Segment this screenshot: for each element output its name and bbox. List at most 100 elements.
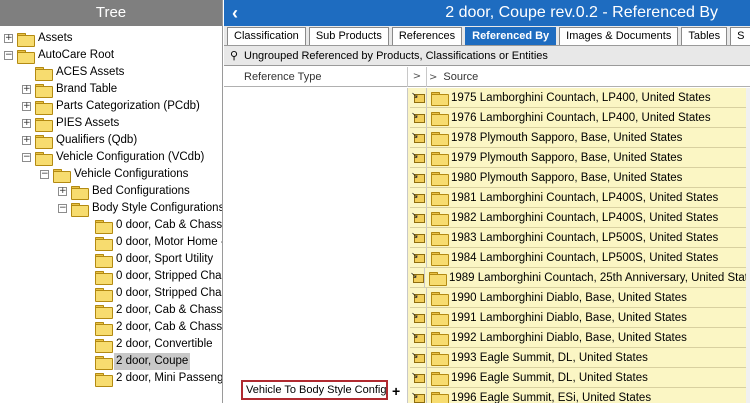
tab-sub-products[interactable]: Sub Products: [308, 27, 389, 45]
column-header-reference-type[interactable]: Reference Type: [224, 67, 408, 87]
tab-s[interactable]: S: [730, 27, 750, 45]
arrow-icon: ↘: [411, 290, 419, 301]
collapse-icon[interactable]: −: [58, 204, 67, 213]
tree-item[interactable]: − AutoCare Root: [4, 47, 116, 64]
folder-icon: [95, 219, 113, 234]
source-label: 1996 Eagle Summit, ESi, United States: [451, 391, 652, 403]
table-row[interactable]: ↘ 1979 Plymouth Sapporo, Base, United Sta…: [410, 147, 750, 168]
reference-cell[interactable]: ↘: [410, 387, 427, 403]
tree-item[interactable]: 2 door, Convertible: [82, 336, 215, 353]
tree-item[interactable]: + Assets: [4, 30, 75, 47]
folder-icon: [431, 211, 449, 226]
tree-item[interactable]: 0 door, Sport Utility: [82, 251, 215, 268]
table-row[interactable]: ↘ 1984 Lamborghini Countach, LP500S, Unit…: [410, 247, 750, 268]
source-label: 1975 Lamborghini Countach, LP400, United…: [451, 91, 711, 104]
reference-link-icon: ↘: [411, 230, 425, 244]
expand-icon[interactable]: +: [22, 102, 31, 111]
main-panel: ‹ 2 door, Coupe rev.0.2 - Referenced By …: [224, 0, 750, 403]
reference-cell[interactable]: ↘: [410, 367, 427, 388]
reference-cell[interactable]: ↘: [410, 147, 427, 168]
tab-classification[interactable]: Classification: [227, 27, 306, 45]
tree-item[interactable]: 0 door, Motor Home - S: [82, 234, 222, 251]
expand-icon[interactable]: +: [58, 187, 67, 196]
reference-cell[interactable]: ↘: [410, 287, 427, 308]
table-row[interactable]: ↘ 1996 Eagle Summit, DL, United States: [410, 367, 750, 388]
tree-item[interactable]: 0 door, Stripped Chass: [82, 285, 222, 302]
tab-references[interactable]: References: [391, 27, 463, 45]
tree-item[interactable]: 2 door, Cab & Chassis: [82, 319, 222, 336]
table-row[interactable]: ↘ 1980 Plymouth Sapporo, Base, United Sta…: [410, 167, 750, 188]
tab-tables[interactable]: Tables: [681, 27, 728, 45]
tree-item-label: 0 door, Stripped Chass: [116, 270, 222, 282]
expand-icon[interactable]: +: [4, 34, 13, 43]
reference-cell[interactable]: ↘: [410, 347, 427, 368]
arrow-icon: ↘: [411, 230, 419, 241]
reference-cell[interactable]: ↘: [410, 267, 425, 288]
collapse-icon[interactable]: −: [22, 153, 31, 162]
tree-item[interactable]: − Vehicle Configuration (VCdb): [22, 149, 206, 166]
tree-item[interactable]: 2 door, Coupe: [82, 353, 191, 370]
add-button[interactable]: +: [392, 383, 400, 399]
table-row[interactable]: ↘ 1981 Lamborghini Countach, LP400S, Unit…: [410, 187, 750, 208]
arrow-icon: ↘: [411, 150, 419, 161]
tree-item[interactable]: ACES Assets: [22, 64, 126, 81]
table-row[interactable]: ↘ 1992 Lamborghini Diablo, Base, United S…: [410, 327, 750, 348]
folder-icon: [95, 372, 113, 387]
folder-icon: [35, 151, 53, 166]
reference-cell[interactable]: ↘: [410, 127, 427, 148]
folder-icon: [95, 287, 113, 302]
tree-item[interactable]: + Bed Configurations: [58, 183, 192, 200]
tree-item[interactable]: + Qualifiers (Qdb): [22, 132, 139, 149]
folder-icon: [35, 100, 53, 115]
table-row[interactable]: ↘ 1996 Eagle Summit, ESi, United States: [410, 387, 750, 403]
tree-item[interactable]: + PIES Assets: [22, 115, 121, 132]
reference-cell[interactable]: ↘: [410, 107, 427, 128]
collapse-icon[interactable]: −: [40, 170, 49, 179]
reference-cell[interactable]: ↘: [410, 187, 427, 208]
reference-cell[interactable]: ↘: [410, 227, 427, 248]
expand-icon[interactable]: +: [22, 119, 31, 128]
table-row[interactable]: ↘ 1990 Lamborghini Diablo, Base, United S…: [410, 287, 750, 308]
expand-icon[interactable]: +: [22, 136, 31, 145]
tree-item[interactable]: + Parts Categorization (PCdb): [22, 98, 202, 115]
tree-item-label: Vehicle Configuration (VCdb): [56, 151, 205, 163]
tab-images-documents[interactable]: Images & Documents: [559, 27, 679, 45]
vertical-scrollbar[interactable]: [746, 88, 750, 403]
reference-cell[interactable]: ↘: [410, 307, 427, 328]
tree-item[interactable]: 2 door, Mini Passenger: [82, 370, 222, 387]
tree-item[interactable]: 0 door, Cab & Chassis: [82, 217, 222, 234]
collapse-icon[interactable]: −: [4, 51, 13, 60]
expand-icon[interactable]: +: [22, 85, 31, 94]
pin-icon[interactable]: ⚲: [228, 49, 240, 62]
column-header-source[interactable]: > Source: [426, 67, 750, 87]
table-row[interactable]: ↘ 1982 Lamborghini Countach, LP400S, Unit…: [410, 207, 750, 228]
table-row[interactable]: ↘ 1989 Lamborghini Countach, 25th Anniver…: [410, 267, 750, 288]
table-row[interactable]: ↘ 1976 Lamborghini Countach, LP400, Unite…: [410, 107, 750, 128]
reference-cell[interactable]: ↘: [410, 88, 427, 108]
table-row[interactable]: ↘ 1975 Lamborghini Countach, LP400, Unite…: [410, 88, 750, 108]
reference-cell[interactable]: ↘: [410, 207, 427, 228]
tree-item[interactable]: 0 door, Stripped Chass: [82, 268, 222, 285]
reference-cell[interactable]: ↘: [410, 167, 427, 188]
folder-icon: [431, 151, 449, 166]
folder-icon: [35, 117, 53, 132]
reference-cell[interactable]: ↘: [410, 327, 427, 348]
tree-item[interactable]: 2 door, Cab & Chassis: [82, 302, 222, 319]
tree-item[interactable]: − Body Style Configurations: [58, 200, 222, 217]
tree-item[interactable]: − Vehicle Configurations: [40, 166, 190, 183]
expand-column-icon[interactable]: >: [408, 67, 426, 87]
table-row[interactable]: ↘ 1983 Lamborghini Countach, LP500S, Unit…: [410, 227, 750, 248]
tree-item[interactable]: + Brand Table: [22, 81, 119, 98]
folder-icon: [95, 321, 113, 336]
table-row[interactable]: ↘ 1993 Eagle Summit, DL, United States: [410, 347, 750, 368]
back-arrow-icon[interactable]: ‹: [226, 3, 244, 24]
source-label: 1980 Plymouth Sapporo, Base, United Stat…: [451, 171, 683, 184]
table-row[interactable]: ↘ 1991 Lamborghini Diablo, Base, United S…: [410, 307, 750, 328]
folder-icon: [431, 311, 449, 326]
tree-item-label: 2 door, Mini Passenger: [116, 372, 222, 384]
tab-referenced-by[interactable]: Referenced By: [465, 27, 557, 45]
arrow-icon: ↘: [411, 190, 419, 201]
reference-cell[interactable]: ↘: [410, 247, 427, 268]
reference-type-value[interactable]: Vehicle To Body Style Config: [241, 380, 388, 400]
table-row[interactable]: ↘ 1978 Plymouth Sapporo, Base, United Sta…: [410, 127, 750, 148]
